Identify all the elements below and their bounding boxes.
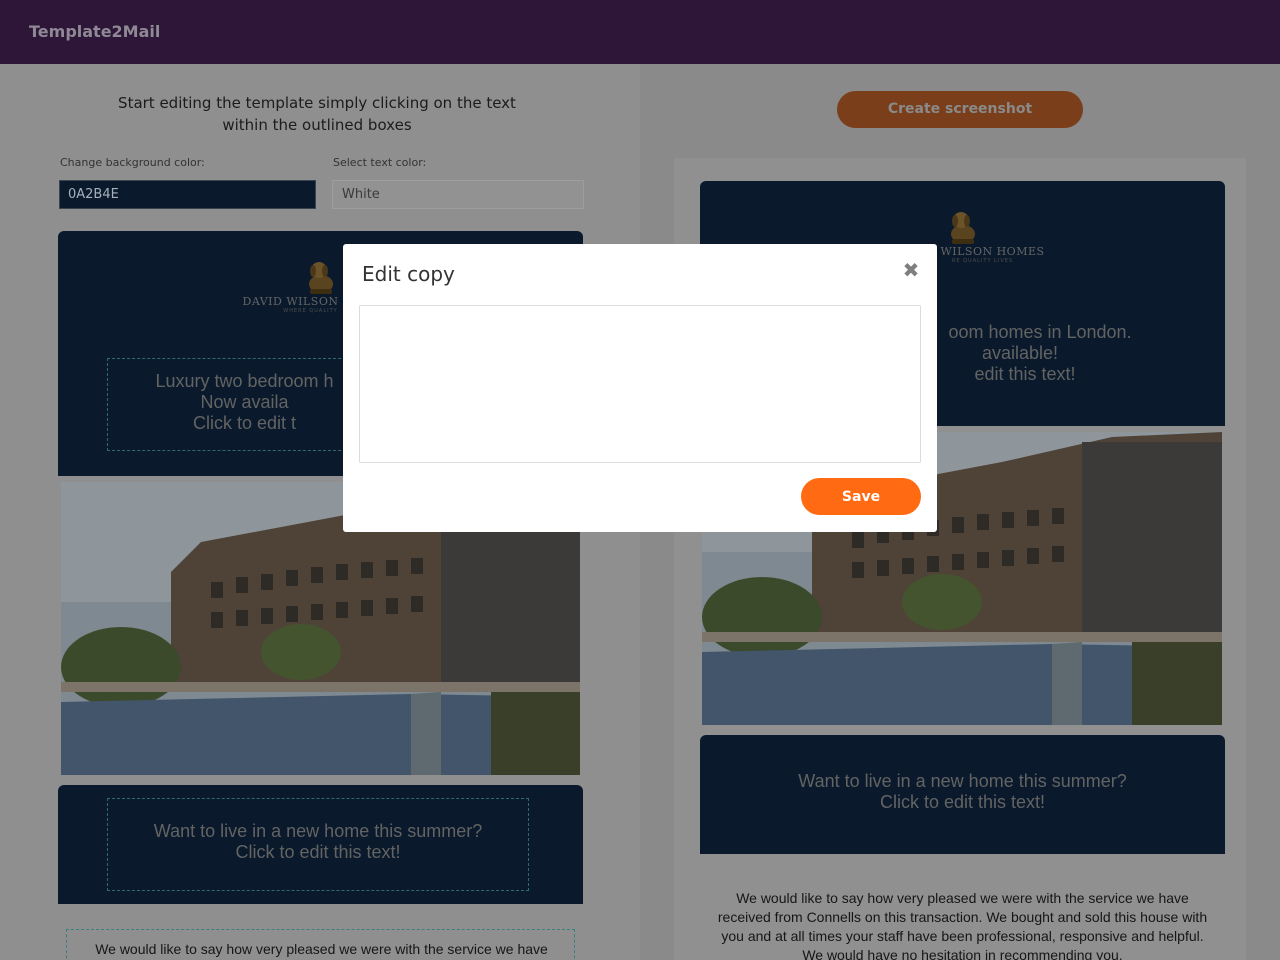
bg-color-label: Change background color: <box>60 156 205 169</box>
promo-line-1: Want to live in a new home this summer? <box>153 821 483 841</box>
preview-testimonial: We would like to say how very pleased we… <box>700 889 1225 960</box>
preview-testimonial-line-3: you and at all times your staff have bee… <box>721 928 1204 944</box>
instructions-line-1: Start editing the template simply clicki… <box>118 94 516 112</box>
editor-instructions: Start editing the template simply clicki… <box>100 92 534 136</box>
promo-block: Want to live in a new home this summer? … <box>58 785 583 904</box>
testimonial-edit-box[interactable]: We would like to say how very pleased we… <box>66 929 575 960</box>
preview-testimonial-line-4: We would have no hesitation in recommend… <box>802 947 1123 960</box>
app-header: Template2Mail <box>0 0 1280 64</box>
create-screenshot-button[interactable]: Create screenshot <box>837 91 1083 128</box>
edit-copy-modal: Edit copy ✖ Save <box>343 244 937 532</box>
text-color-select[interactable]: White <box>332 180 584 209</box>
preview-promo-text: Want to live in a new home this summer? … <box>700 771 1225 813</box>
preview-promo-line-1: Want to live in a new home this summer? <box>798 771 1127 791</box>
text-color-label: Select text color: <box>333 156 427 169</box>
modal-title: Edit copy <box>362 262 455 286</box>
preview-dog-logo-icon <box>950 212 975 244</box>
bg-color-input[interactable]: 0A2B4E <box>59 180 316 209</box>
save-button[interactable]: Save <box>801 478 921 515</box>
promo-text[interactable]: Want to live in a new home this summer? … <box>108 821 528 863</box>
preview-promo-block: Want to live in a new home this summer? … <box>700 735 1225 854</box>
promo-line-2: Click to edit this text! <box>235 842 401 862</box>
close-icon[interactable]: ✖ <box>901 259 921 281</box>
preview-testimonial-line-1: We would like to say how very pleased we… <box>736 890 1189 906</box>
preview-testimonial-line-2: received from Connells on this transacti… <box>717 909 1208 925</box>
promo-edit-box[interactable]: Want to live in a new home this summer? … <box>107 798 529 891</box>
testimonial-text[interactable]: We would like to say how very pleased we… <box>67 940 576 959</box>
preview-promo-line-2: Click to edit this text! <box>879 792 1046 812</box>
app-title[interactable]: Template2Mail <box>29 22 160 41</box>
copy-textarea[interactable] <box>359 305 921 463</box>
instructions-line-2: within the outlined boxes <box>222 116 412 134</box>
dog-logo-icon <box>308 262 333 294</box>
